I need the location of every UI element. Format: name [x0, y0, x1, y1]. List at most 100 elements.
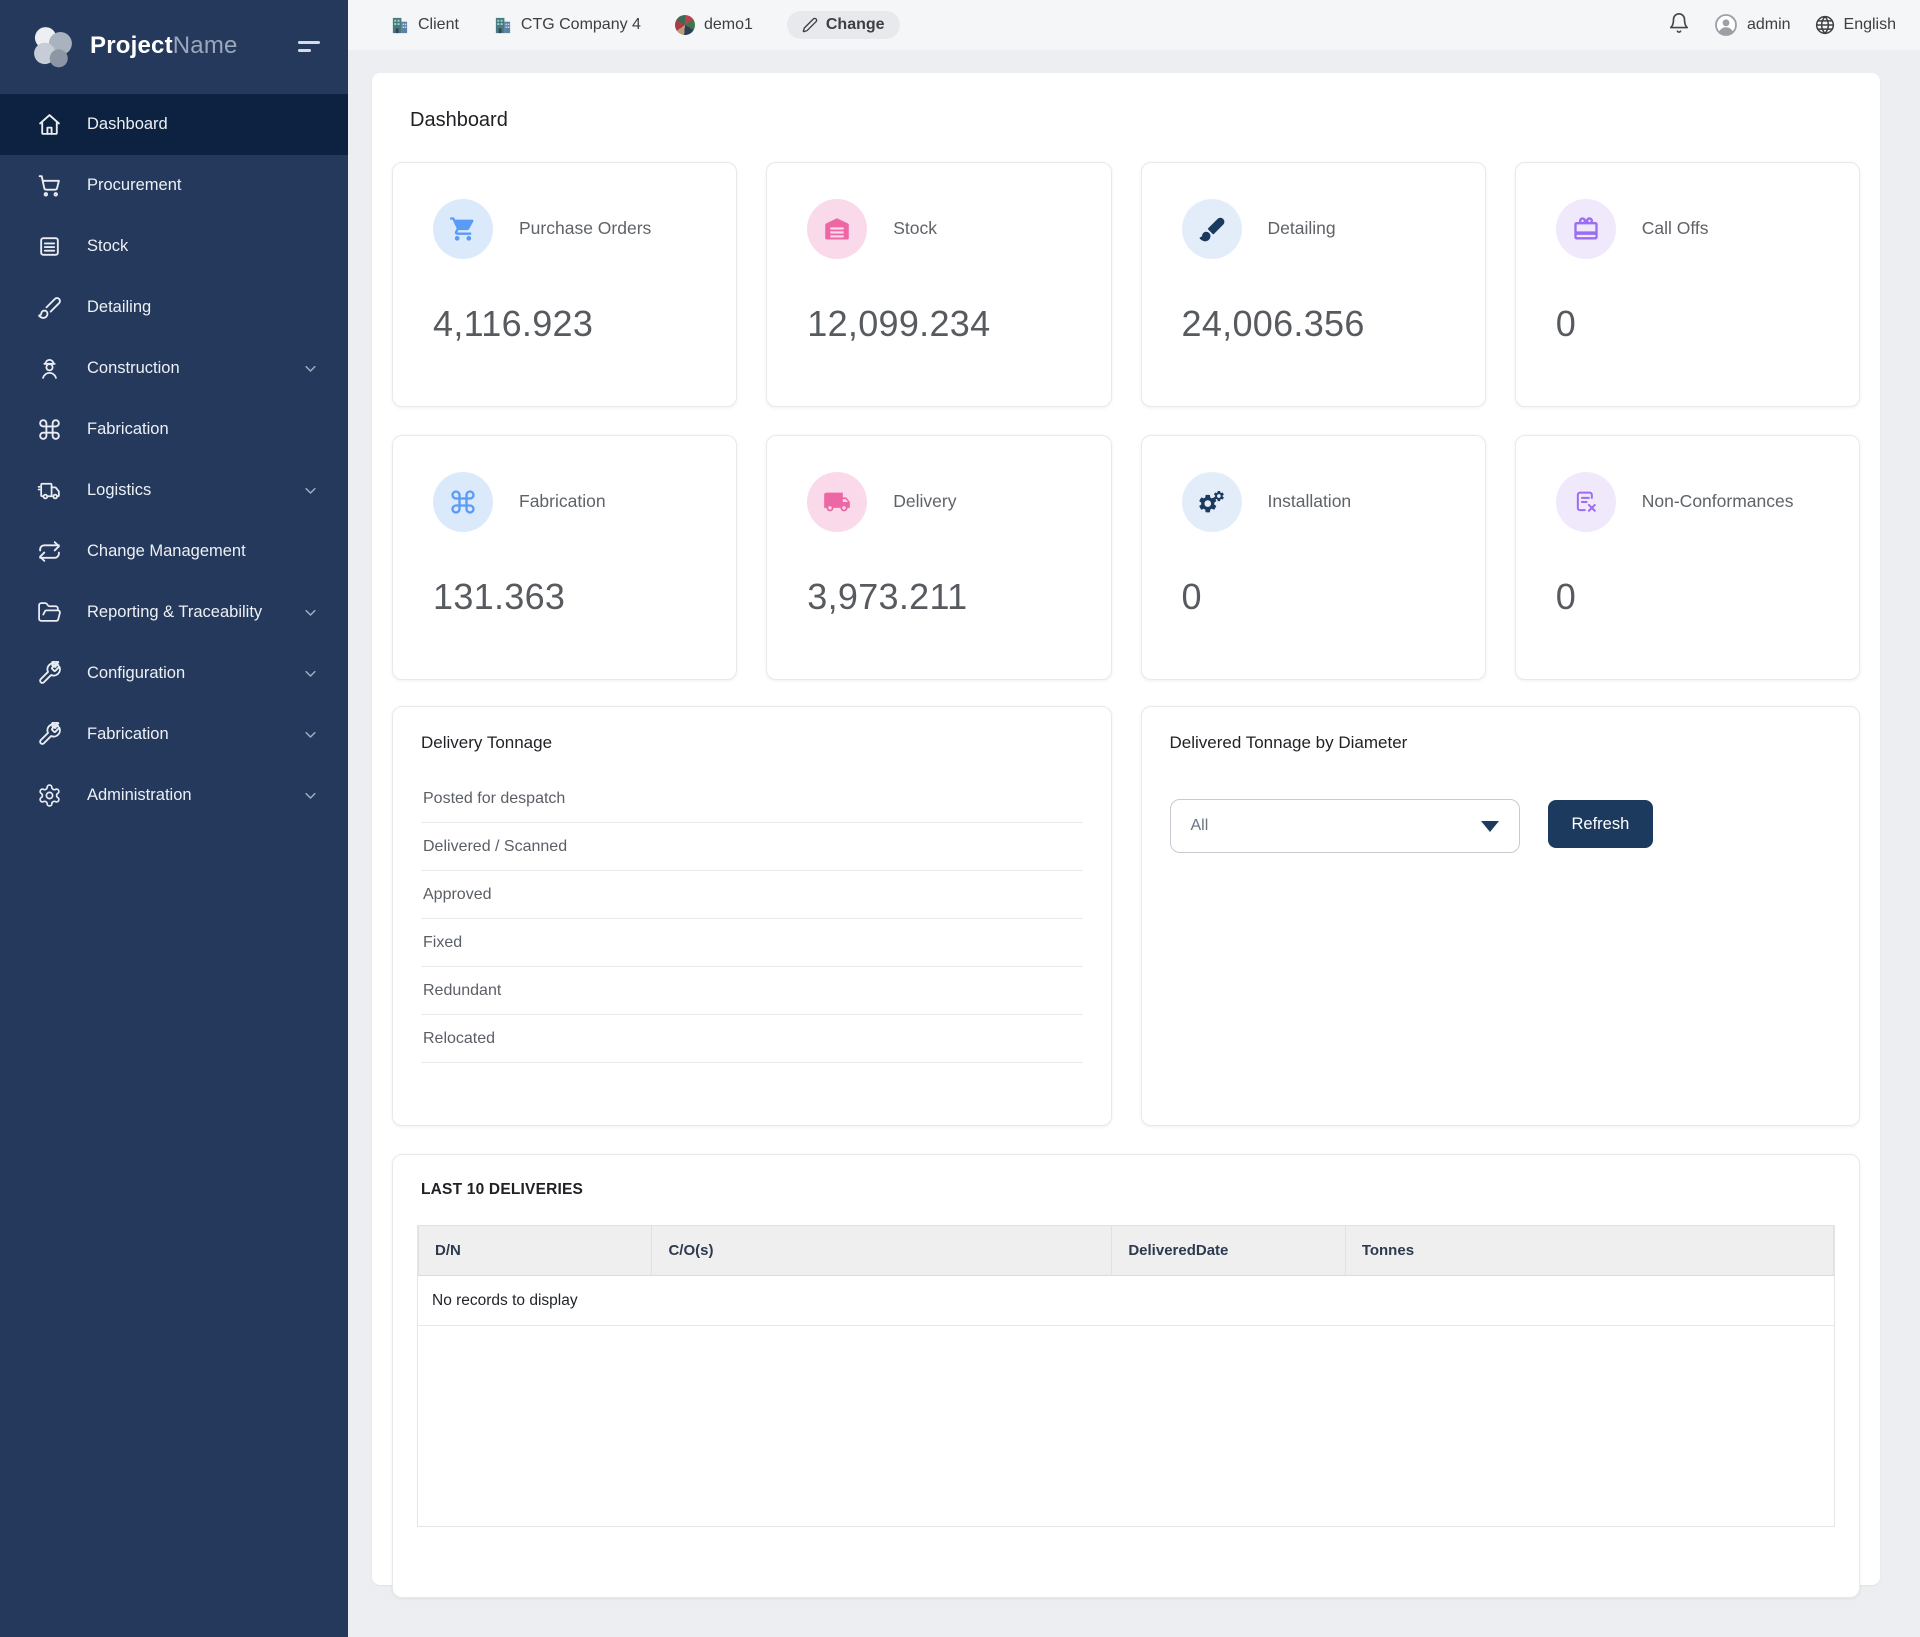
chevron-down-icon: [303, 788, 318, 803]
sidebar-item-stock[interactable]: Stock: [0, 216, 348, 277]
user-menu[interactable]: admin: [1714, 13, 1791, 37]
sidebar-item-detailing[interactable]: Detailing: [0, 277, 348, 338]
refresh-button[interactable]: Refresh: [1548, 800, 1654, 848]
brand-logo-icon: [30, 23, 76, 69]
sidebar-item-label: Logistics: [87, 481, 303, 500]
chevron-down-icon: [303, 361, 318, 376]
sidebar-item-procurement[interactable]: Procurement: [0, 155, 348, 216]
delivery-tonnage-panel: Delivery Tonnage Posted for despatch Del…: [392, 706, 1112, 1126]
sidebar-collapse-icon[interactable]: [298, 41, 322, 52]
chevron-down-icon: [303, 666, 318, 681]
change-label: Change: [826, 16, 885, 34]
chevron-down-icon: [303, 483, 318, 498]
construction-worker-icon: [36, 355, 63, 382]
sidebar-item-configuration[interactable]: Configuration: [0, 643, 348, 704]
pencil-icon: [802, 17, 818, 33]
list-item[interactable]: Fixed: [421, 919, 1083, 967]
project-selector[interactable]: demo1: [675, 15, 753, 35]
stat-card-installation: Installation 0: [1141, 435, 1486, 680]
stat-card-fabrication: Fabrication 131.363: [392, 435, 737, 680]
diameter-filter-select[interactable]: All: [1170, 799, 1520, 853]
tools-icon: [36, 660, 63, 687]
building-icon: [390, 16, 409, 35]
sidebar-item-label: Reporting & Traceability: [87, 603, 303, 622]
sidebar-item-label: Construction: [87, 359, 303, 378]
select-caret-icon: [1481, 821, 1499, 832]
column-header-dn[interactable]: D/N: [419, 1226, 652, 1276]
diameter-filter-value: All: [1191, 817, 1209, 835]
list-item[interactable]: Redundant: [421, 967, 1083, 1015]
stat-card-stock: Stock 12,099.234: [766, 162, 1111, 407]
page-title: Dashboard: [410, 109, 1860, 132]
last-deliveries-panel: LAST 10 DELIVERIES D/N C/O(s) DeliveredD…: [392, 1154, 1860, 1598]
stat-label: Stock: [893, 216, 937, 241]
stat-value: 131.363: [433, 576, 706, 618]
tonnage-by-diameter-panel: Delivered Tonnage by Diameter All Refres…: [1141, 706, 1861, 1126]
table-empty-area: [418, 1326, 1834, 1526]
stats-grid: Purchase Orders 4,116.923 Stock 12,099.2…: [392, 162, 1860, 680]
list-item[interactable]: Posted for despatch: [421, 775, 1083, 823]
sidebar-item-administration[interactable]: Administration: [0, 765, 348, 826]
stat-label: Call Offs: [1642, 216, 1709, 241]
document-x-icon: [1556, 472, 1616, 532]
stat-value: 0: [1556, 576, 1829, 618]
sidebar-item-label: Fabrication: [87, 725, 303, 744]
stat-card-call-offs: Call Offs 0: [1515, 162, 1860, 407]
globe-icon: [1815, 15, 1835, 35]
company-selector[interactable]: CTG Company 4: [493, 16, 641, 35]
sidebar-item-label: Dashboard: [87, 115, 318, 134]
chevron-down-icon: [303, 605, 318, 620]
project-label: demo1: [704, 16, 753, 34]
sidebar-item-label: Change Management: [87, 542, 318, 561]
table-header-row: D/N C/O(s) DeliveredDate Tonnes: [419, 1226, 1834, 1276]
sidebar-item-logistics[interactable]: Logistics: [0, 460, 348, 521]
building-icon: [493, 16, 512, 35]
stat-label: Non-Conformances: [1642, 489, 1794, 514]
notifications-bell-icon[interactable]: [1668, 12, 1690, 39]
column-header-tonnes[interactable]: Tonnes: [1345, 1226, 1833, 1276]
list-item[interactable]: Delivered / Scanned: [421, 823, 1083, 871]
content-area: Dashboard Purchase Orders 4,116.923: [348, 50, 1920, 1637]
brand: ProjectName: [0, 0, 348, 92]
column-header-delivereddate[interactable]: DeliveredDate: [1112, 1226, 1345, 1276]
home-icon: [36, 111, 63, 138]
truck-icon: [36, 477, 63, 504]
sidebar-item-construction[interactable]: Construction: [0, 338, 348, 399]
paintbrush-icon: [36, 294, 63, 321]
truck-icon: [807, 472, 867, 532]
change-button[interactable]: Change: [787, 11, 900, 39]
stat-value: 4,116.923: [433, 303, 706, 345]
stat-card-delivery: Delivery 3,973.211: [766, 435, 1111, 680]
sidebar-item-reporting-traceability[interactable]: Reporting & Traceability: [0, 582, 348, 643]
sidebar-item-label: Detailing: [87, 298, 318, 317]
client-selector[interactable]: Client: [390, 16, 459, 35]
deliveries-table: D/N C/O(s) DeliveredDate Tonnes No recor…: [417, 1225, 1835, 1527]
company-label: CTG Company 4: [521, 16, 641, 34]
sidebar-item-fabrication[interactable]: Fabrication: [0, 399, 348, 460]
list-item[interactable]: Approved: [421, 871, 1083, 919]
sidebar-item-change-management[interactable]: Change Management: [0, 521, 348, 582]
brand-name: ProjectName: [90, 32, 298, 60]
stat-label: Detailing: [1268, 216, 1336, 241]
chevron-down-icon: [303, 727, 318, 742]
stat-card-detailing: Detailing 24,006.356: [1141, 162, 1486, 407]
list-item[interactable]: Relocated: [421, 1015, 1083, 1063]
topbar: Client CTG Company 4 demo1 Change: [348, 0, 1920, 50]
paintbrush-icon: [1182, 199, 1242, 259]
sidebar-item-label: Fabrication: [87, 420, 318, 439]
sidebar-item-dashboard[interactable]: Dashboard: [0, 94, 348, 155]
warehouse-icon: [807, 199, 867, 259]
user-label: admin: [1747, 16, 1791, 34]
sidebar-item-label: Stock: [87, 237, 318, 256]
client-label: Client: [418, 16, 459, 34]
language-selector[interactable]: English: [1815, 15, 1896, 35]
stat-value: 0: [1182, 576, 1455, 618]
stat-value: 24,006.356: [1182, 303, 1455, 345]
command-icon: [36, 416, 63, 443]
sidebar-item-fabrication-2[interactable]: Fabrication: [0, 704, 348, 765]
gears-icon: [1182, 472, 1242, 532]
column-header-cos[interactable]: C/O(s): [652, 1226, 1112, 1276]
stat-value: 12,099.234: [807, 303, 1080, 345]
gear-icon: [36, 782, 63, 809]
panel-title: Delivery Tonnage: [421, 733, 1083, 753]
